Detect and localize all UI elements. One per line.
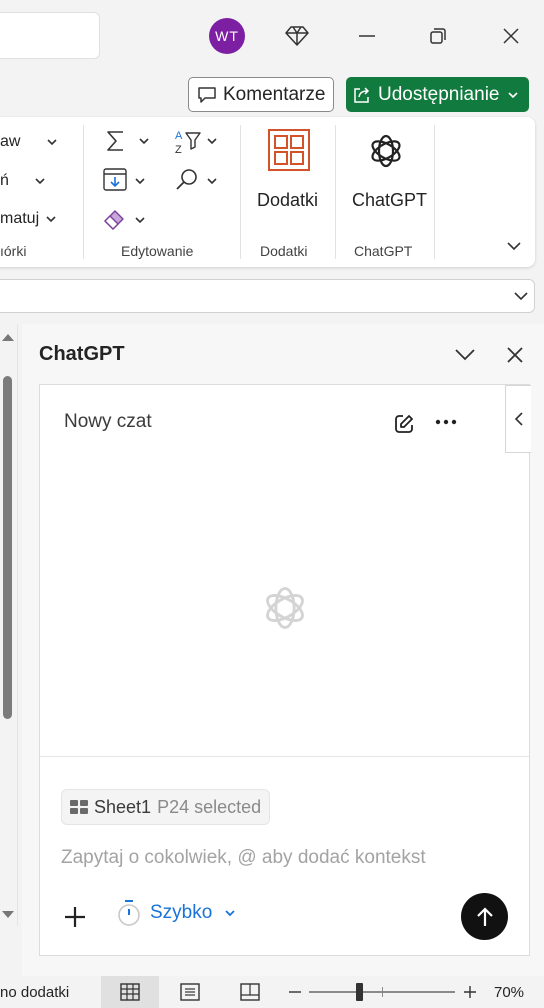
autosum-button[interactable] [100,127,152,155]
minimize-icon[interactable] [349,18,385,54]
ribbon-delete-label[interactable]: ń [0,172,9,190]
chat-heading: Nowy czat [64,411,152,432]
scroll-thumb[interactable] [3,376,12,719]
page-break-view-button[interactable] [221,976,279,1008]
context-selection: P24 selected [157,796,262,817]
group-divider [434,125,435,259]
formula-bar[interactable] [0,279,535,313]
chatgpt-logo-icon [266,587,304,629]
chevron-down-icon [135,217,145,224]
chatgpt-logo-icon [371,134,401,168]
clear-button[interactable] [100,206,150,234]
sidebar-toggle[interactable] [505,385,531,453]
chevron-down-icon[interactable] [46,136,58,148]
chat-divider [40,756,529,757]
close-icon[interactable] [493,18,529,54]
addins-button-label: Dodatki [257,190,319,210]
share-icon [354,86,370,103]
page-layout-view-button[interactable] [161,976,219,1008]
sigma-icon [107,131,123,151]
speed-label: Szybko [150,902,213,923]
zoom-in-icon[interactable] [464,986,476,998]
chevron-down-icon[interactable] [513,290,529,304]
command-bar: Komentarze Udostępnianie [0,72,544,118]
page-layout-icon [180,983,200,1001]
chevron-left-icon [514,412,523,426]
fill-button[interactable] [100,167,150,195]
share-label: Udostępnianie [378,83,500,105]
arrow-up-icon [476,906,493,926]
chevron-down-icon [207,178,217,185]
find-select-button[interactable] [172,167,222,195]
status-text: no dodatki [0,984,70,1001]
cells-group-label: ıórki [0,243,27,259]
sort-filter-icon: A Z [175,130,201,155]
chat-panel: Nowy czat Sheet1 P24 selected Zapytaj o … [39,384,531,956]
chevron-down-icon [135,178,145,185]
status-bar: no dodatki 70% [0,976,544,1008]
group-divider [335,125,336,259]
send-button[interactable] [461,893,508,940]
chat-input[interactable] [61,843,511,873]
chatgpt-ribbon-button[interactable]: ChatGPT [348,127,428,213]
chevron-down-icon[interactable] [45,213,57,225]
scroll-down-icon[interactable] [1,910,15,920]
comments-button[interactable]: Komentarze [188,77,334,112]
ribbon-format-label[interactable]: matuj [0,210,39,228]
svg-text:Z: Z [175,144,182,155]
addins-group-label: Dodatki [260,243,308,259]
addins-icon [268,129,310,171]
sort-filter-button[interactable]: A Z [172,127,222,155]
chatgpt-pane: ChatGPT Nowy czat Sheet1 P24 selected Za… [22,324,544,976]
chatgpt-button-label: ChatGPT [352,190,428,210]
chevron-down-icon [508,91,519,98]
chevron-down-icon[interactable] [34,175,46,187]
add-attachment-icon[interactable] [64,906,86,928]
addins-button[interactable]: Dodatki [252,127,326,213]
share-button[interactable]: Udostępnianie [346,77,529,112]
chevron-down-icon [139,138,149,145]
chatgpt-group-label: ChatGPT [354,243,413,259]
title-bar: WT [0,0,544,72]
pane-close-icon[interactable] [506,346,524,364]
normal-view-button[interactable] [101,976,159,1008]
stopwatch-icon [118,900,140,926]
context-sheet-name: Sheet1 [94,796,152,817]
search-icon [176,169,197,190]
scroll-up-icon[interactable] [1,332,15,342]
chevron-down-icon [207,138,217,145]
chevron-down-icon [225,910,235,917]
svg-text:A: A [175,130,183,142]
comment-icon [198,86,216,103]
editing-group-label: Edytowanie [121,243,194,259]
ribbon: aw ń matuj ıórki A Z Edytowanie Dodatki … [0,117,535,267]
zoom-level[interactable]: 70% [494,984,524,1001]
group-divider [83,125,84,259]
comments-label: Komentarze [223,83,326,105]
avatar[interactable]: WT [209,18,245,54]
zoom-slider-tick [382,987,383,997]
pane-options-chevron-icon[interactable] [454,348,476,362]
zoom-slider-thumb[interactable] [356,983,363,1001]
zoom-out-icon[interactable] [289,990,301,994]
grid-view-icon [120,983,140,1001]
page-break-icon [240,983,260,1001]
new-chat-icon[interactable] [393,413,415,435]
group-divider [240,125,241,259]
sheet-grid-icon [70,800,88,814]
vertical-scrollbar[interactable] [0,324,18,926]
ribbon-insert-label[interactable]: aw [0,133,20,151]
ribbon-expand-icon[interactable] [506,239,522,253]
search-box[interactable] [0,12,100,59]
restore-icon[interactable] [420,18,456,54]
context-chip[interactable]: Sheet1 P24 selected [61,789,271,825]
speed-selector[interactable]: Szybko [116,899,236,927]
more-options-icon[interactable] [435,418,457,426]
eraser-icon [104,210,124,230]
pane-title: ChatGPT [39,343,125,365]
diamond-icon[interactable] [279,18,315,54]
fill-down-icon [103,168,127,191]
